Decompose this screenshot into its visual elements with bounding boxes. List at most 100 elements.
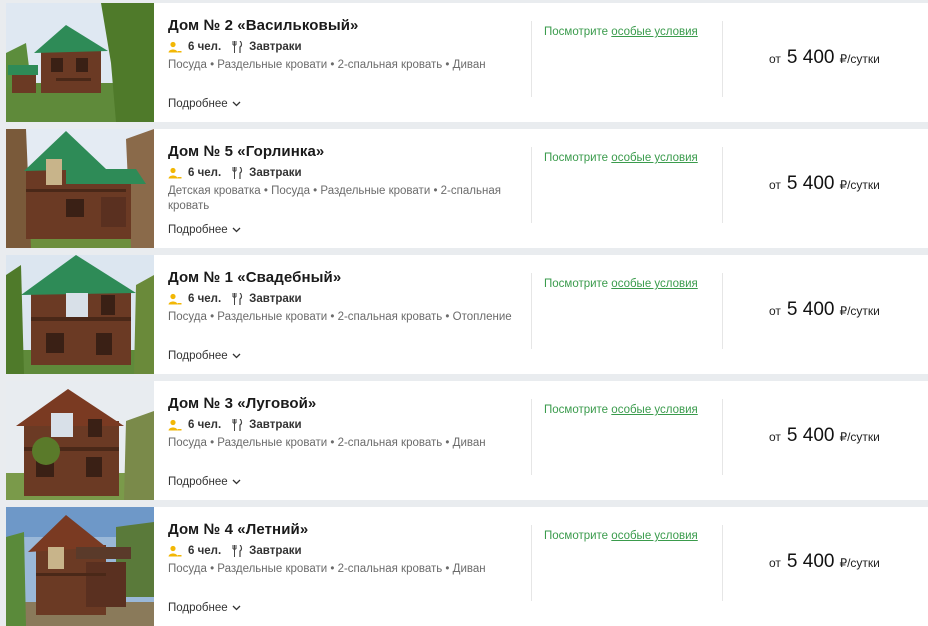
- price-unit: ₽/сутки: [839, 178, 880, 192]
- price: от 5 400 ₽/сутки: [769, 425, 880, 447]
- special-conditions-link[interactable]: особые условия: [611, 152, 697, 164]
- fork-knife-icon: [232, 419, 243, 431]
- more-details-toggle[interactable]: Подробнее: [168, 476, 241, 488]
- chevron-down-icon: [232, 605, 241, 611]
- price-amount: 5 400: [786, 551, 835, 572]
- listing-card[interactable]: Дом № 5 «Горлинка» 6 чел. Завтраки Детск…: [6, 129, 928, 248]
- divider: [722, 147, 723, 223]
- listing-meta: 6 чел. Завтраки: [168, 291, 513, 307]
- house-photo[interactable]: [6, 381, 154, 500]
- price-amount: 5 400: [786, 299, 835, 320]
- conditions-prefix: Посмотрите: [544, 152, 609, 164]
- special-conditions-link[interactable]: особые условия: [611, 26, 697, 38]
- meal-plan: Завтраки: [249, 293, 302, 305]
- conditions-prefix: Посмотрите: [544, 26, 609, 38]
- listing-card[interactable]: Дом № 3 «Луговой» 6 чел. Завтраки Посуда…: [6, 381, 928, 500]
- price-prefix: от: [769, 556, 781, 570]
- meal-plan: Завтраки: [249, 419, 302, 431]
- price-prefix: от: [769, 52, 781, 66]
- divider: [722, 525, 723, 601]
- divider: [722, 273, 723, 349]
- listing-title[interactable]: Дом № 2 «Васильковый»: [168, 17, 513, 34]
- listing-meta: 6 чел. Завтраки: [168, 165, 513, 181]
- listing-card[interactable]: Дом № 2 «Васильковый» 6 чел. Завтраки По…: [6, 3, 928, 122]
- more-details-toggle[interactable]: Подробнее: [168, 350, 241, 362]
- price-prefix: от: [769, 178, 781, 192]
- listing-info: Дом № 4 «Летний» 6 чел. Завтраки Посуда …: [168, 521, 513, 577]
- conditions-prefix: Посмотрите: [544, 530, 609, 542]
- more-details-toggle[interactable]: Подробнее: [168, 98, 241, 110]
- fork-knife-icon: [232, 545, 243, 557]
- divider: [722, 399, 723, 475]
- meal-plan: Завтраки: [249, 545, 302, 557]
- chevron-down-icon: [232, 227, 241, 233]
- special-conditions: Посмотрите особые условия: [544, 26, 698, 38]
- guests-count: 6 чел.: [188, 293, 222, 305]
- chevron-down-icon: [232, 353, 241, 359]
- divider: [722, 21, 723, 97]
- listing-title[interactable]: Дом № 1 «Свадебный»: [168, 269, 513, 286]
- more-details-toggle[interactable]: Подробнее: [168, 602, 241, 614]
- price: от 5 400 ₽/сутки: [769, 299, 880, 321]
- special-conditions-link[interactable]: особые условия: [611, 404, 697, 416]
- divider: [531, 399, 532, 475]
- divider: [531, 21, 532, 97]
- divider: [531, 273, 532, 349]
- price-prefix: от: [769, 304, 781, 318]
- price: от 5 400 ₽/сутки: [769, 47, 880, 69]
- listing-title[interactable]: Дом № 4 «Летний»: [168, 521, 513, 538]
- fork-knife-icon: [232, 293, 243, 305]
- listing-card[interactable]: Дом № 4 «Летний» 6 чел. Завтраки Посуда …: [6, 507, 928, 626]
- listing-title[interactable]: Дом № 3 «Луговой»: [168, 395, 513, 412]
- house-photo[interactable]: [6, 129, 154, 248]
- special-conditions-link[interactable]: особые условия: [611, 278, 697, 290]
- listing-meta: 6 чел. Завтраки: [168, 39, 513, 55]
- listing-card[interactable]: Дом № 1 «Свадебный» 6 чел. Завтраки Посу…: [6, 255, 928, 374]
- person-icon: [168, 419, 182, 431]
- person-icon: [168, 545, 182, 557]
- amenities-list: Посуда • Раздельные кровати • 2-спальная…: [168, 59, 486, 71]
- special-conditions: Посмотрите особые условия: [544, 530, 698, 542]
- guests-count: 6 чел.: [188, 419, 222, 431]
- house-photo[interactable]: [6, 507, 154, 626]
- listing-info: Дом № 5 «Горлинка» 6 чел. Завтраки Детск…: [168, 143, 513, 214]
- price: от 5 400 ₽/сутки: [769, 173, 880, 195]
- price-amount: 5 400: [786, 425, 835, 446]
- special-conditions: Посмотрите особые условия: [544, 404, 698, 416]
- special-conditions-link[interactable]: особые условия: [611, 530, 697, 542]
- listing-meta: 6 чел. Завтраки: [168, 543, 513, 559]
- person-icon: [168, 41, 182, 53]
- more-details-label: Подробнее: [168, 350, 228, 362]
- price-amount: 5 400: [786, 47, 835, 68]
- divider: [531, 147, 532, 223]
- chevron-down-icon: [232, 101, 241, 107]
- fork-knife-icon: [232, 167, 243, 179]
- listing-info: Дом № 3 «Луговой» 6 чел. Завтраки Посуда…: [168, 395, 513, 451]
- special-conditions: Посмотрите особые условия: [544, 152, 698, 164]
- amenities-list: Посуда • Раздельные кровати • 2-спальная…: [168, 563, 486, 575]
- house-photo[interactable]: [6, 3, 154, 122]
- amenities-list: Детская кроватка • Посуда • Раздельные к…: [168, 185, 501, 212]
- listing-info: Дом № 1 «Свадебный» 6 чел. Завтраки Посу…: [168, 269, 513, 325]
- listing-title[interactable]: Дом № 5 «Горлинка»: [168, 143, 513, 160]
- person-icon: [168, 293, 182, 305]
- price: от 5 400 ₽/сутки: [769, 551, 880, 573]
- chevron-down-icon: [232, 479, 241, 485]
- divider: [531, 525, 532, 601]
- special-conditions: Посмотрите особые условия: [544, 278, 698, 290]
- price-unit: ₽/сутки: [839, 52, 880, 66]
- person-icon: [168, 167, 182, 179]
- conditions-prefix: Посмотрите: [544, 404, 609, 416]
- house-photo[interactable]: [6, 255, 154, 374]
- more-details-label: Подробнее: [168, 476, 228, 488]
- more-details-label: Подробнее: [168, 98, 228, 110]
- guests-count: 6 чел.: [188, 167, 222, 179]
- price-amount: 5 400: [786, 173, 835, 194]
- more-details-toggle[interactable]: Подробнее: [168, 224, 241, 236]
- guests-count: 6 чел.: [188, 545, 222, 557]
- conditions-prefix: Посмотрите: [544, 278, 609, 290]
- price-prefix: от: [769, 430, 781, 444]
- amenities-list: Посуда • Раздельные кровати • 2-спальная…: [168, 311, 512, 323]
- listing-info: Дом № 2 «Васильковый» 6 чел. Завтраки По…: [168, 17, 513, 73]
- amenities-list: Посуда • Раздельные кровати • 2-спальная…: [168, 437, 486, 449]
